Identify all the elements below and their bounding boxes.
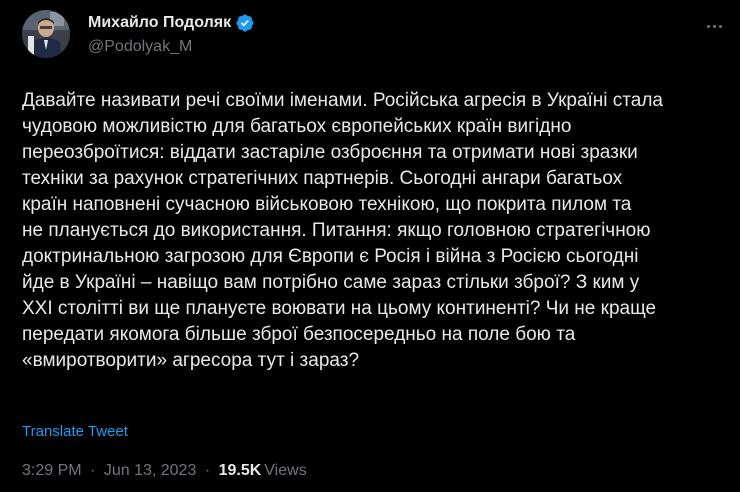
avatar[interactable] — [22, 10, 70, 58]
tweet-text: Давайте називати речі своїми іменами. Ро… — [22, 88, 722, 374]
tweet-text-line: XXI столітті ви ще плануєте воювати на ц… — [22, 298, 657, 319]
tweet: Михайло Подоляк @Podolyak_M Давайте нази… — [0, 0, 740, 492]
tweet-meta: 3:29 PM · Jun 13, 2023 · 19.5K Views — [22, 461, 307, 481]
views-label: Views — [264, 462, 307, 479]
name-row: Михайло Подоляк — [88, 12, 255, 34]
translate-tweet-link[interactable]: Translate Tweet — [22, 422, 128, 442]
tweet-text-line: техніки за рахунок стратегічних партнері… — [22, 168, 623, 189]
tweet-text-line: Давайте називати речі своїми іменами. Ро… — [22, 90, 663, 111]
author-info: Михайло Подоляк @Podolyak_M — [88, 12, 255, 57]
tweet-text-line: переозброїтися: віддати застаріле озброє… — [22, 142, 638, 163]
tweet-text-line: доктринальною загрозою для Європи є Росі… — [22, 246, 639, 267]
display-name[interactable]: Михайло Подоляк — [88, 13, 231, 33]
verified-badge-icon[interactable] — [235, 13, 255, 33]
tweet-time[interactable]: 3:29 PM — [22, 462, 82, 479]
avatar-image — [22, 10, 70, 58]
tweet-text-line: чудовою можливістю для багатьох європейс… — [22, 116, 572, 137]
views-count[interactable]: 19.5K — [219, 462, 262, 479]
more-options-icon[interactable] — [700, 12, 728, 40]
handle[interactable]: @Podolyak_M — [88, 37, 255, 57]
meta-separator: · — [90, 462, 96, 479]
tweet-text-line: передати якомога більше зброї безпосеред… — [22, 324, 576, 345]
tweet-text-line: країн наповнені сучасною військовою техн… — [22, 194, 632, 215]
tweet-text-line: йде в Україні – навіщо вам потрібно саме… — [22, 272, 640, 293]
tweet-text-line: не планується до використання. Питання: … — [22, 220, 651, 241]
meta-separator: · — [204, 462, 211, 479]
tweet-text-line: «вмиротворити» агресора тут і зараз? — [22, 350, 360, 371]
tweet-date[interactable]: Jun 13, 2023 — [104, 462, 197, 479]
